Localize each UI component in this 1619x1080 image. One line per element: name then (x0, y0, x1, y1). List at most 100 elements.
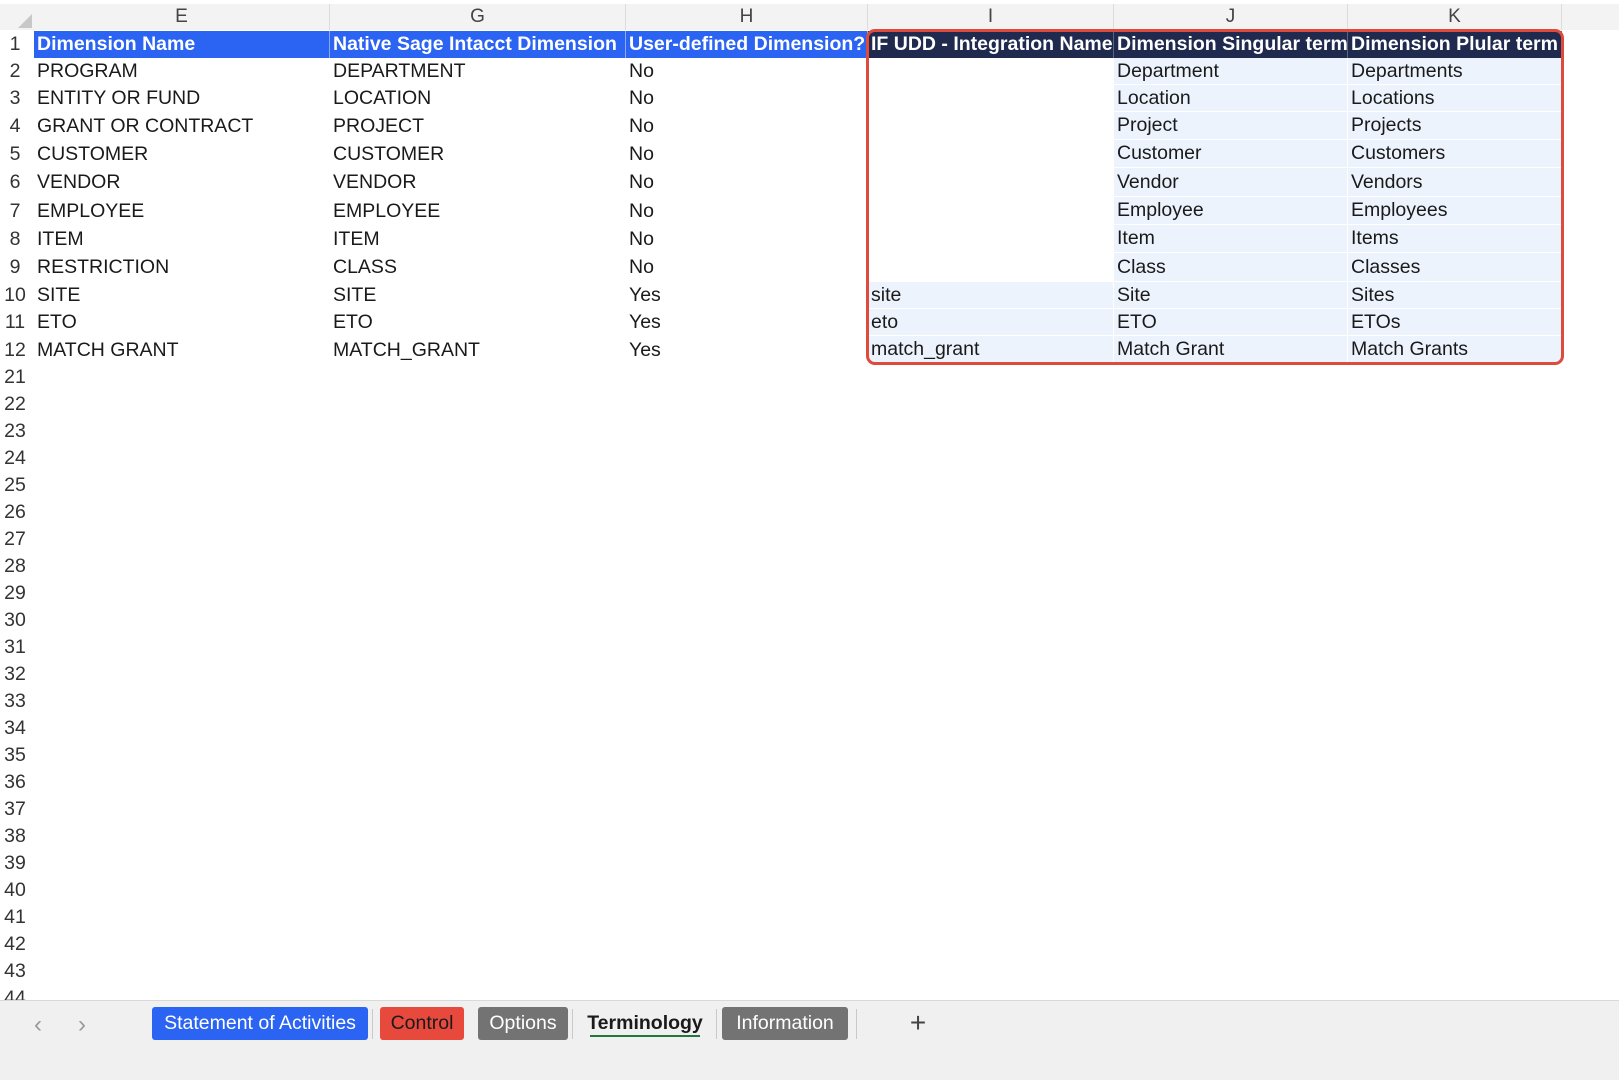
table-cell[interactable]: eto (868, 309, 1114, 336)
table-cell[interactable]: site (868, 282, 1114, 309)
table-cell[interactable]: No (626, 225, 868, 253)
header-cell[interactable]: Dimension Name (34, 31, 330, 58)
table-cell[interactable]: match_grant (868, 336, 1114, 364)
row-number[interactable]: 10 (0, 282, 30, 309)
spreadsheet-grid[interactable]: E G H I J K 1 Dimension Name Native Sage… (0, 0, 1619, 1034)
table-cell[interactable]: Site (1114, 282, 1348, 309)
header-cell[interactable]: IF UDD - Integration Name (868, 31, 1114, 58)
row-number[interactable]: 6 (0, 168, 30, 197)
row-number[interactable]: 21 (0, 364, 30, 391)
row-number[interactable]: 2 (0, 58, 30, 85)
table-cell[interactable]: No (626, 58, 868, 85)
table-cell[interactable] (868, 140, 1114, 168)
table-cell[interactable]: DEPARTMENT (330, 58, 626, 85)
table-cell[interactable]: No (626, 112, 868, 140)
row-number[interactable]: 28 (0, 553, 30, 580)
table-cell[interactable]: Items (1348, 225, 1562, 253)
table-cell[interactable]: Projects (1348, 112, 1562, 140)
sheet-tab[interactable]: Options (478, 1007, 568, 1040)
table-cell[interactable]: Employees (1348, 197, 1562, 225)
table-cell[interactable]: Customers (1348, 140, 1562, 168)
column-header-g[interactable]: G (330, 4, 626, 30)
sheet-tab[interactable]: Control (380, 1007, 464, 1040)
row-number[interactable]: 40 (0, 877, 30, 904)
row-number[interactable]: 29 (0, 580, 30, 607)
table-cell[interactable] (868, 225, 1114, 253)
table-cell[interactable]: Locations (1348, 85, 1562, 112)
table-cell[interactable]: Department (1114, 58, 1348, 85)
row-number[interactable]: 41 (0, 904, 30, 931)
row-number[interactable]: 37 (0, 796, 30, 823)
table-cell[interactable]: No (626, 140, 868, 168)
table-cell[interactable]: PROGRAM (34, 58, 330, 85)
row-number[interactable]: 22 (0, 391, 30, 418)
table-cell[interactable]: ENTITY OR FUND (34, 85, 330, 112)
row-number[interactable]: 11 (0, 309, 30, 336)
table-cell[interactable]: Yes (626, 282, 868, 309)
chevron-right-icon[interactable]: › (70, 1011, 94, 1039)
table-cell[interactable] (868, 253, 1114, 282)
header-cell[interactable]: Native Sage Intacct Dimension (330, 31, 626, 58)
table-cell[interactable] (868, 197, 1114, 225)
table-cell[interactable] (868, 85, 1114, 112)
row-number[interactable]: 9 (0, 253, 30, 282)
column-header-i[interactable]: I (868, 4, 1114, 30)
table-cell[interactable]: EMPLOYEE (34, 197, 330, 225)
table-cell[interactable]: PROJECT (330, 112, 626, 140)
table-cell[interactable]: ETOs (1348, 309, 1562, 336)
row-number[interactable]: 8 (0, 225, 30, 253)
plus-icon[interactable]: + (906, 1007, 930, 1039)
row-number[interactable]: 42 (0, 931, 30, 958)
table-cell[interactable]: Sites (1348, 282, 1562, 309)
row-number[interactable]: 5 (0, 140, 30, 168)
row-number[interactable]: 43 (0, 958, 30, 985)
table-cell[interactable]: Match Grant (1114, 336, 1348, 364)
row-number[interactable]: 24 (0, 445, 30, 472)
table-cell[interactable] (868, 168, 1114, 197)
table-cell[interactable]: Location (1114, 85, 1348, 112)
column-header-h[interactable]: H (626, 4, 868, 30)
table-cell[interactable]: MATCH GRANT (34, 336, 330, 364)
table-cell[interactable]: MATCH_GRANT (330, 336, 626, 364)
row-number[interactable]: 4 (0, 112, 30, 140)
row-number[interactable]: 26 (0, 499, 30, 526)
table-cell[interactable]: No (626, 168, 868, 197)
row-number[interactable]: 7 (0, 197, 30, 225)
table-cell[interactable]: VENDOR (330, 168, 626, 197)
table-cell[interactable]: ITEM (34, 225, 330, 253)
select-all-corner[interactable] (0, 4, 34, 30)
table-cell[interactable]: GRANT OR CONTRACT (34, 112, 330, 140)
table-cell[interactable]: Yes (626, 309, 868, 336)
table-cell[interactable]: ITEM (330, 225, 626, 253)
table-cell[interactable]: No (626, 253, 868, 282)
table-cell[interactable]: VENDOR (34, 168, 330, 197)
table-cell[interactable]: CUSTOMER (330, 140, 626, 168)
chevron-left-icon[interactable]: ‹ (26, 1011, 50, 1039)
table-cell[interactable]: CUSTOMER (34, 140, 330, 168)
row-number[interactable]: 3 (0, 85, 30, 112)
table-cell[interactable]: ETO (1114, 309, 1348, 336)
row-number[interactable]: 34 (0, 715, 30, 742)
table-cell[interactable]: ETO (34, 309, 330, 336)
table-cell[interactable]: Employee (1114, 197, 1348, 225)
column-header-e[interactable]: E (34, 4, 330, 30)
row-number[interactable]: 25 (0, 472, 30, 499)
table-cell[interactable]: Yes (626, 336, 868, 364)
row-number[interactable]: 39 (0, 850, 30, 877)
table-cell[interactable]: ETO (330, 309, 626, 336)
table-cell[interactable]: Item (1114, 225, 1348, 253)
table-cell[interactable]: Classes (1348, 253, 1562, 282)
table-cell[interactable]: Vendor (1114, 168, 1348, 197)
column-header-k[interactable]: K (1348, 4, 1562, 30)
row-number[interactable]: 27 (0, 526, 30, 553)
row-number[interactable]: 38 (0, 823, 30, 850)
header-cell[interactable]: Dimension Singular term (1114, 31, 1348, 58)
table-cell[interactable]: SITE (330, 282, 626, 309)
table-cell[interactable]: No (626, 197, 868, 225)
row-number[interactable]: 36 (0, 769, 30, 796)
table-cell[interactable]: Class (1114, 253, 1348, 282)
column-header-j[interactable]: J (1114, 4, 1348, 30)
header-cell[interactable]: User-defined Dimension? (626, 31, 868, 58)
table-cell[interactable]: EMPLOYEE (330, 197, 626, 225)
table-cell[interactable]: No (626, 85, 868, 112)
